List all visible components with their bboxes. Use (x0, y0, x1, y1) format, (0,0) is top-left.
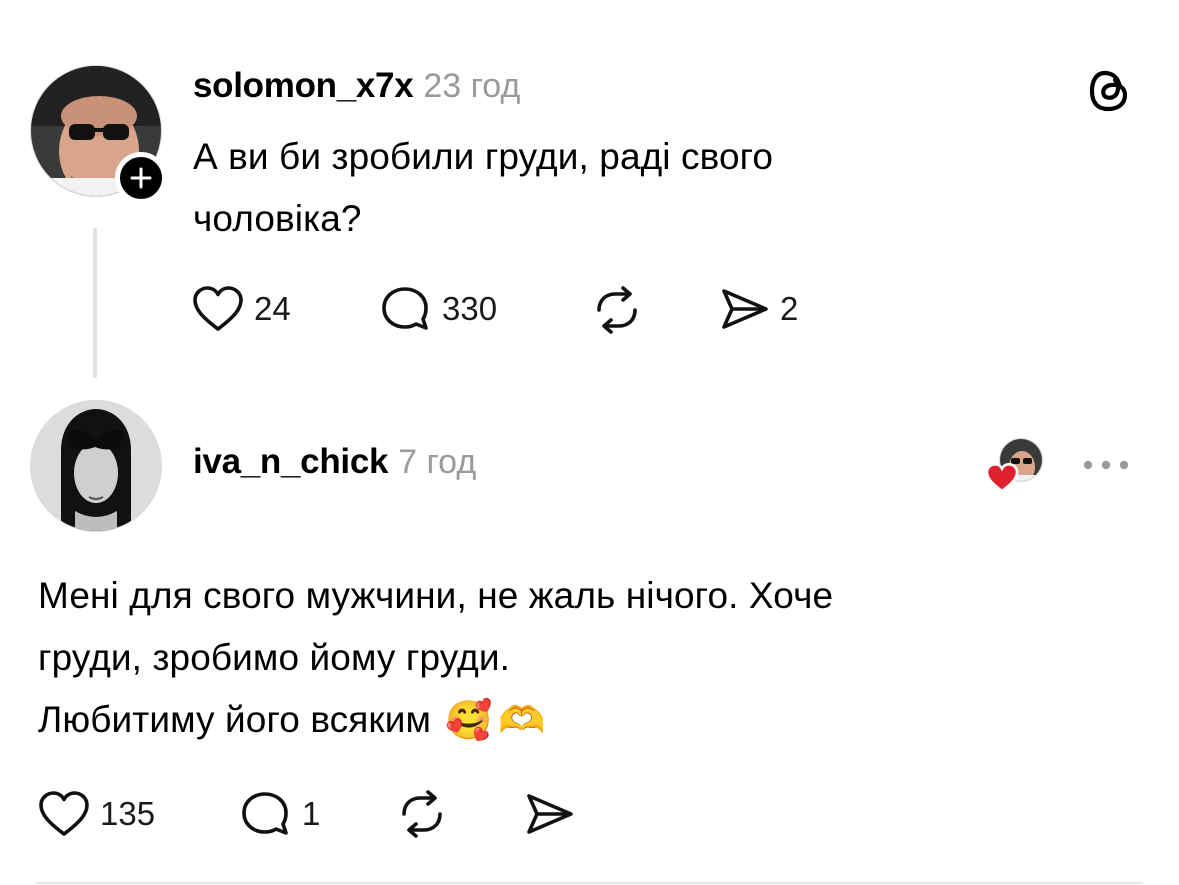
reply-username[interactable]: iva_n_chick (193, 442, 388, 482)
reply-text-line-3: Любитиму його всяким (38, 699, 431, 740)
reply-share-button[interactable] (522, 788, 576, 840)
heart-outline-icon (193, 286, 243, 331)
reply-text-line: груди, зробимо йому груди. (38, 637, 510, 678)
post-reply-button[interactable]: 330 (380, 285, 497, 333)
send-icon (722, 289, 768, 329)
heart-filled-icon (985, 462, 1019, 493)
follow-button[interactable] (115, 152, 167, 204)
comment-bubble-icon (382, 287, 428, 330)
heart-hands-emoji: 🫶 (498, 698, 546, 742)
post-text-line: А ви би зробили груди, раді свого (193, 136, 774, 177)
reply-reply-count: 1 (302, 795, 321, 832)
plus-icon (130, 167, 152, 189)
post-reply-count: 330 (442, 290, 498, 327)
reply-repost-button[interactable] (395, 788, 449, 840)
reply-timestamp: 7 год (398, 443, 477, 481)
reply-like-button[interactable]: 135 (38, 790, 155, 838)
post-text: А ви би зробили груди, раді свого чолові… (193, 126, 1073, 250)
post-share-button[interactable]: 2 (718, 285, 798, 333)
ellipsis-icon (1083, 460, 1129, 470)
repost-icon (402, 790, 442, 838)
more-options-button[interactable] (1080, 450, 1132, 480)
post-timestamp: 23 год (423, 67, 521, 105)
heart-outline-icon (39, 791, 89, 836)
reply-avatar-image (31, 401, 161, 531)
reply-like-count: 135 (100, 795, 156, 832)
post-header: solomon_x7x 23 год (193, 66, 520, 114)
threads-logo-icon[interactable] (1083, 64, 1137, 118)
post-like-count: 24 (254, 290, 291, 327)
bottom-divider (36, 882, 1143, 884)
repost-icon (597, 286, 637, 334)
reply-text-line: Любитиму його всяким 🥰 🫶 (38, 689, 1138, 751)
thread-connector-line (93, 228, 97, 378)
post-like-button[interactable]: 24 (192, 285, 291, 333)
liked-by-author-indicator (985, 438, 1057, 496)
smiling-face-hearts-emoji: 🥰 (445, 698, 493, 742)
post-username[interactable]: solomon_x7x (193, 66, 414, 106)
reply-header: iva_n_chick 7 год (193, 442, 476, 490)
send-icon (527, 794, 573, 834)
reply-text-line: Мені для свого мужчини, не жаль нічого. … (38, 575, 834, 616)
reply-reply-button[interactable]: 1 (240, 790, 320, 838)
reply-avatar[interactable] (30, 400, 162, 532)
post-text-line: чоловіка? (193, 198, 362, 239)
post-repost-button[interactable] (590, 284, 644, 336)
comment-bubble-icon (242, 792, 288, 835)
reply-text: Мені для свого мужчини, не жаль нічого. … (38, 565, 1138, 751)
post-share-count: 2 (780, 290, 799, 327)
